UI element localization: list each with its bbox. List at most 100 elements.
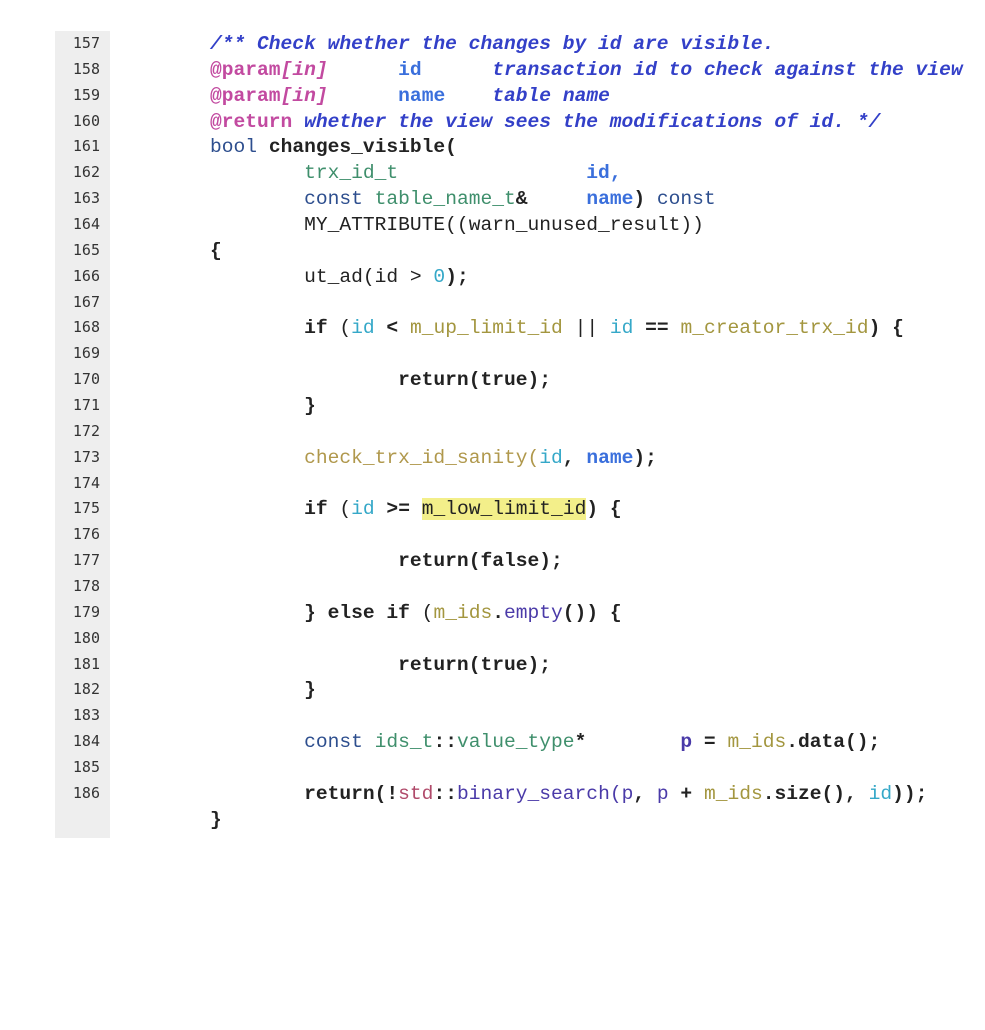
code-line[interactable]: 177 return(false); (55, 548, 563, 575)
code-line[interactable]: 168 if (id < m_up_limit_id || id == m_cr… (55, 315, 904, 342)
code-token: name (586, 188, 634, 211)
line-number: 165 (55, 237, 110, 264)
code-token: if (304, 317, 328, 340)
code-token: MY_ATTRIBUTE((warn_unused_result)) (304, 213, 704, 236)
line-number: 168 (55, 315, 110, 342)
code-line[interactable]: 162 trx_id_t id, (55, 160, 622, 187)
code-line[interactable]: 181 return(true); (55, 651, 551, 678)
code-token: name (586, 446, 634, 469)
code-line[interactable]: 163 const table_name_t& name) const (55, 186, 716, 213)
code-line[interactable]: 157 /** Check whether the changes by id a… (55, 31, 774, 57)
code-line[interactable]: 175 if (id >= m_low_limit_id) { (55, 496, 622, 523)
code-line[interactable]: 182 } (55, 677, 316, 704)
code-token: :: (433, 782, 457, 805)
code-token: 0 (433, 265, 446, 288)
code-token: >= (374, 498, 422, 521)
code-line[interactable]: 174 (55, 470, 110, 497)
code-text: if (id >= m_low_limit_id) { (210, 498, 622, 521)
code-token: , (562, 446, 587, 469)
code-line[interactable]: 184 const ids_t::value_type* p = m_ids.d… (55, 729, 880, 756)
line-number: 179 (55, 599, 110, 626)
code-token: id (539, 446, 563, 469)
line-number: 170 (55, 367, 110, 394)
code-text: MY_ATTRIBUTE((warn_unused_result)) (210, 214, 704, 236)
code-line[interactable]: 165 { (55, 237, 222, 264)
line-number: 164 (55, 212, 110, 238)
code-token: id (609, 317, 634, 340)
code-token: .size(), (762, 782, 869, 805)
code-line[interactable]: 158 @param[in] id transaction id to check… (55, 56, 963, 83)
code-token: table name (492, 84, 610, 107)
code-token: p (621, 782, 634, 805)
code-token: + (668, 782, 704, 805)
code-token: id, (586, 162, 622, 185)
code-line[interactable]: 161 bool changes_visible( (55, 134, 457, 161)
code-token: return(true); (398, 369, 551, 392)
code-line[interactable]: 180 (55, 625, 110, 652)
code-line[interactable]: 159 @param[in] name table name (55, 82, 610, 109)
code-token: if (304, 498, 328, 521)
line-number: 160 (55, 108, 110, 135)
line-number-gutter-overflow (55, 808, 110, 838)
code-token: m_ids (433, 601, 493, 624)
code-line[interactable]: 172 (55, 418, 110, 445)
code-text: @param[in] name table name (210, 85, 610, 107)
line-number: 172 (55, 418, 110, 445)
code-line[interactable]: 185 (55, 755, 110, 781)
code-text: } (210, 679, 316, 701)
code-token: m_ids (727, 731, 787, 754)
line-number: 176 (55, 522, 110, 549)
line-number: 157 (55, 31, 110, 57)
line-number: 185 (55, 755, 110, 781)
code-line[interactable]: 166 ut_ad(id > 0); (55, 263, 469, 290)
code-line[interactable]: 186 return(!std::binary_search(p, p + m_… (55, 780, 927, 807)
line-number: 186 (55, 780, 110, 807)
line-number: 171 (55, 393, 110, 419)
code-token: m_ids (703, 782, 763, 805)
line-number: 175 (55, 496, 110, 523)
code-line[interactable]: 183 (55, 703, 110, 730)
code-line[interactable]: 173 check_trx_id_sanity(id, name); (55, 444, 657, 471)
code-line[interactable]: 164 MY_ATTRIBUTE((warn_unused_result)) (55, 212, 704, 238)
code-token: p (656, 782, 669, 805)
code-token: id (351, 317, 375, 340)
code-token: m_creator_trx_id (680, 317, 869, 340)
line-number: 178 (55, 574, 110, 600)
code-line[interactable]: 169 (55, 341, 110, 368)
code-token: , (633, 782, 657, 805)
code-token: id (351, 498, 375, 521)
code-line[interactable]: 176 (55, 522, 110, 549)
code-line[interactable]: 167 (55, 289, 110, 316)
code-token: & (515, 188, 528, 211)
code-line[interactable]: 171 } (55, 393, 316, 419)
line-number: 173 (55, 444, 110, 471)
code-token: = (692, 731, 728, 754)
line-number: 161 (55, 134, 110, 161)
code-line[interactable]: 170 return(true); (55, 367, 551, 394)
code-line[interactable]: 178 (55, 574, 110, 600)
code-token: } (304, 679, 316, 702)
code-token: [in] (280, 58, 328, 81)
code-token: } else if (304, 601, 410, 624)
code-token: id (398, 58, 422, 81)
code-line[interactable]: 179 } else if (m_ids.empty()) { (55, 599, 622, 626)
code-editor[interactable]: 157 /** Check whether the changes by id a… (55, 31, 963, 833)
code-token: :: (433, 731, 457, 754)
code-line[interactable]: 160 @return whether the view sees the mod… (55, 108, 880, 135)
code-text: { (210, 240, 222, 262)
line-number: 163 (55, 186, 110, 213)
code-token: return(! (304, 782, 399, 805)
code-token: < (374, 317, 410, 340)
code-token: name (398, 84, 446, 107)
